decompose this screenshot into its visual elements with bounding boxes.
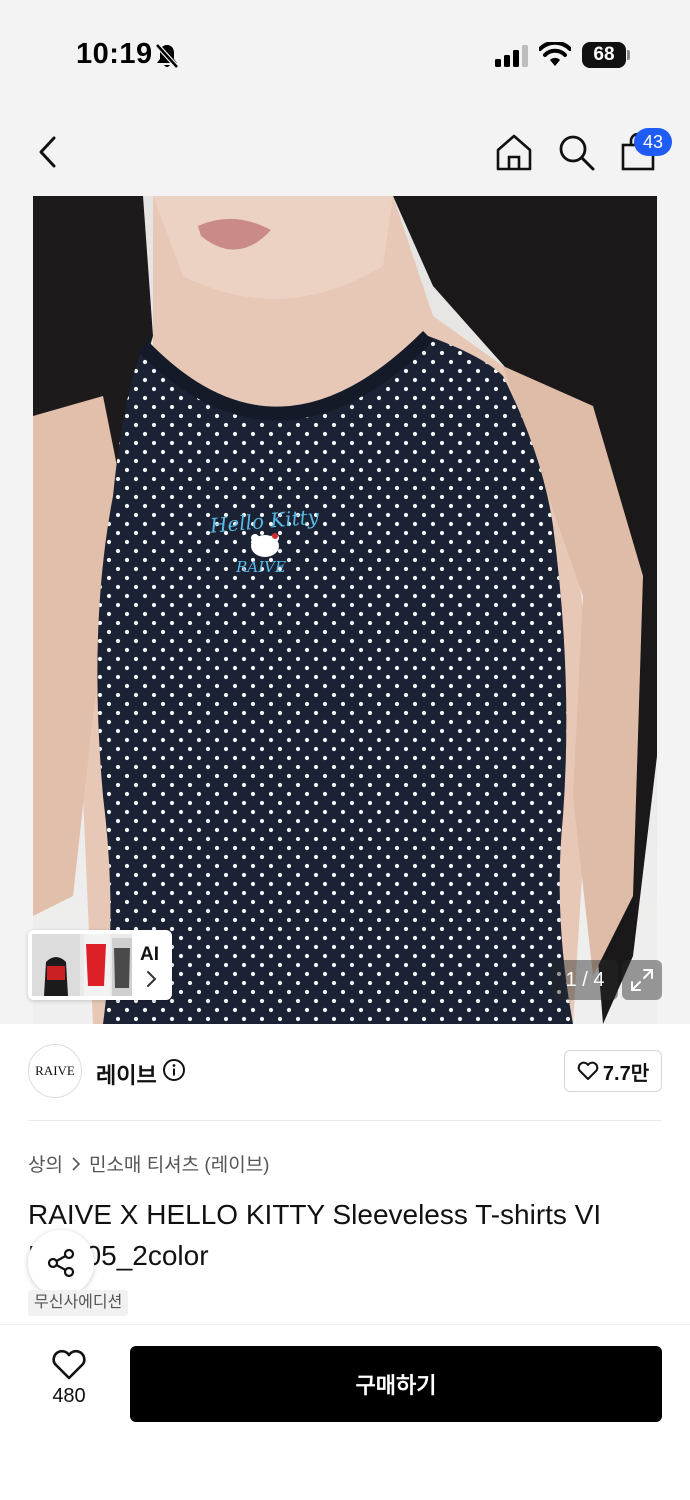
chevron-right-icon [72,1156,81,1171]
status-bar: 10:19 68 [0,0,690,110]
share-icon [47,1248,75,1278]
ai-thumbnail-image [32,934,132,996]
home-button[interactable] [492,130,536,174]
wifi-icon [539,42,571,66]
wishlist-button[interactable]: 480 [36,1349,102,1419]
home-icon [496,134,532,171]
back-button[interactable] [26,130,70,174]
top-nav-bar [0,110,690,196]
product-image-gallery[interactable]: Hello Kitty RAIVE [0,196,690,1024]
search-button[interactable] [554,130,598,174]
brand-like-count: 7.7만 [602,1062,650,1085]
bottom-action-bar: 480 구매하기 [0,1324,690,1500]
ai-label: AI [140,944,159,965]
brand-like-button[interactable]: 7.7만 [564,1050,662,1092]
share-button[interactable] [28,1230,94,1296]
battery-icon: 68 [582,42,630,68]
brand-logo-text: RAIVE [35,1063,75,1078]
status-time: 10:19 [76,38,153,70]
heart-icon [577,1061,599,1080]
signal-icon [495,45,528,67]
brand-name[interactable]: 레이브 [96,1058,157,1090]
expand-icon [631,969,653,991]
product-photo-illustration: Hello Kitty RAIVE [33,196,657,1024]
breadcrumb-level2[interactable]: 민소매 티셔츠 (레이브) [89,1150,270,1177]
divider [28,1120,662,1121]
image-page-indicator: 1 / 4 [552,960,618,1000]
chevron-left-icon [39,136,56,168]
breadcrumb: 상의 민소매 티셔츠 (레이브) [28,1150,270,1177]
product-title: RAIVE X HELLO KITTY Sleeveless T-shirts … [28,1199,602,1271]
battery-level: 68 [593,44,615,65]
chevron-right-icon [147,971,157,987]
graphic-text-raive: RAIVE [235,558,286,576]
breadcrumb-level1[interactable]: 상의 [28,1150,63,1177]
wishlist-count: 480 [52,1385,86,1407]
product-photo[interactable]: Hello Kitty RAIVE [33,196,657,1024]
edition-tag: 무신사에디션 [28,1290,129,1316]
ai-recommendation-button[interactable]: AI [28,930,172,1000]
bell-off-icon [155,43,179,69]
cart-count-badge: 43 [634,128,672,156]
info-icon[interactable] [162,1058,186,1082]
expand-image-button[interactable] [622,960,662,1000]
buy-button[interactable]: 구매하기 [130,1346,662,1422]
brand-logo[interactable]: RAIVE [28,1044,82,1098]
heart-icon [52,1349,86,1380]
search-icon [559,135,595,171]
